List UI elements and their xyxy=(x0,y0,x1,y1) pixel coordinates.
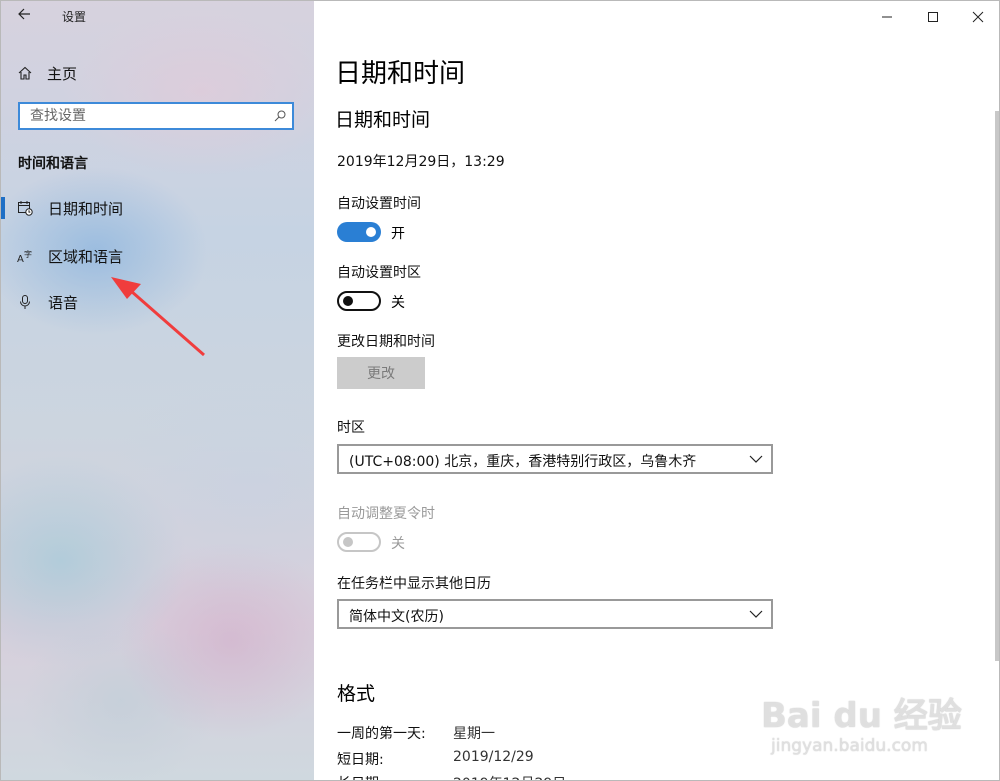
section-title: 日期和时间 xyxy=(335,109,431,131)
toggle-knob xyxy=(366,227,376,237)
toggle-knob xyxy=(343,296,353,306)
chevron-down-icon xyxy=(749,610,763,618)
minimize-button[interactable] xyxy=(867,3,907,31)
sidebar-section-title: 时间和语言 xyxy=(18,156,88,172)
maximize-button[interactable] xyxy=(913,3,953,31)
svg-text:A: A xyxy=(17,254,24,264)
watermark-url: jingyan.baidu.com xyxy=(771,736,928,756)
dst-state: 关 xyxy=(391,536,405,552)
sidebar-item-speech[interactable]: 语音 xyxy=(1,288,314,316)
app-title: 设置 xyxy=(62,10,87,24)
format-label: 长日期: xyxy=(337,773,384,780)
sidebar-item-label: 日期和时间 xyxy=(48,200,124,218)
change-datetime-label: 更改日期和时间 xyxy=(337,334,435,350)
svg-text:字: 字 xyxy=(24,249,32,259)
auto-timezone-toggle[interactable] xyxy=(337,291,381,311)
timezone-value: (UTC+08:00) 北京，重庆，香港特别行政区，乌鲁木齐 xyxy=(349,454,697,470)
minimize-icon xyxy=(882,16,892,18)
calendar-select[interactable]: 简体中文(农历) xyxy=(337,599,773,629)
close-icon xyxy=(972,11,984,23)
watermark-brand: Bai du 经验 xyxy=(761,696,962,736)
selected-indicator xyxy=(1,197,5,219)
main-panel: 日期和时间 日期和时间 2019年12月29日，13:29 自动设置时间 开 自… xyxy=(314,1,999,780)
search-input[interactable] xyxy=(20,104,270,128)
auto-timezone-state: 关 xyxy=(391,295,405,311)
nav-home-label: 主页 xyxy=(47,64,78,83)
sidebar-item-region-language[interactable]: A字 区域和语言 xyxy=(1,242,314,270)
calendar-clock-icon xyxy=(18,201,33,216)
region-language-icon: A字 xyxy=(17,249,32,264)
calendar-label: 在任务栏中显示其他日历 xyxy=(337,576,491,592)
search-box[interactable] xyxy=(18,102,294,130)
search-icon[interactable] xyxy=(274,110,286,122)
page-title: 日期和时间 xyxy=(335,59,466,89)
timezone-select[interactable]: (UTC+08:00) 北京，重庆，香港特别行政区，乌鲁木齐 xyxy=(337,444,773,474)
auto-timezone-label: 自动设置时区 xyxy=(337,265,421,281)
format-value: 2019/12/29 xyxy=(453,749,534,765)
auto-time-state: 开 xyxy=(391,226,405,242)
change-button[interactable]: 更改 xyxy=(337,357,425,389)
format-value: 星期一 xyxy=(453,726,495,742)
timezone-label: 时区 xyxy=(337,420,365,436)
format-title: 格式 xyxy=(337,683,376,705)
dst-label: 自动调整夏令时 xyxy=(337,506,435,522)
scrollbar[interactable] xyxy=(995,111,999,661)
back-arrow-icon[interactable] xyxy=(17,6,31,26)
format-value: 2019年12月29日 xyxy=(453,773,566,780)
microphone-icon xyxy=(20,295,30,309)
settings-window: 设置 主页 时间和语言 日期和时间 A字 区域和语言 语音 xyxy=(0,0,1000,781)
chevron-down-icon xyxy=(749,455,763,463)
auto-time-toggle[interactable] xyxy=(337,222,381,242)
baidu-watermark: Bai du 经验 jingyan.baidu.com xyxy=(761,676,991,766)
sidebar-item-label: 语音 xyxy=(48,294,79,312)
maximize-icon xyxy=(928,12,938,22)
sidebar: 设置 主页 时间和语言 日期和时间 A字 区域和语言 语音 xyxy=(1,1,314,780)
format-label: 一周的第一天: xyxy=(337,726,426,742)
close-button[interactable] xyxy=(958,3,998,31)
home-icon xyxy=(18,66,32,80)
calendar-value: 简体中文(农历) xyxy=(349,609,444,625)
current-datetime: 2019年12月29日，13:29 xyxy=(337,154,505,170)
sidebar-item-date-time[interactable]: 日期和时间 xyxy=(1,194,314,222)
nav-home[interactable]: 主页 xyxy=(17,61,77,85)
toggle-knob xyxy=(343,537,353,547)
sidebar-item-label: 区域和语言 xyxy=(48,248,124,266)
dst-toggle[interactable] xyxy=(337,532,381,552)
auto-time-label: 自动设置时间 xyxy=(337,196,421,212)
format-label: 短日期: xyxy=(337,752,384,768)
